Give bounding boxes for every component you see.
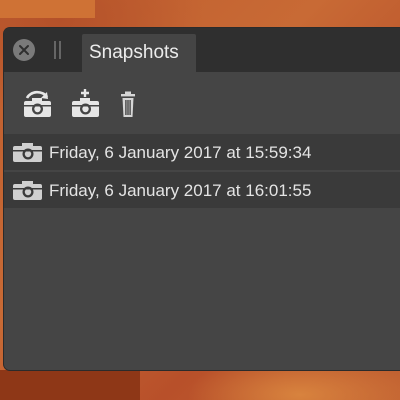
camera-restore-icon bbox=[24, 90, 51, 117]
background-shape bbox=[0, 0, 95, 18]
snapshot-toolbar bbox=[4, 72, 400, 132]
camera-icon bbox=[13, 143, 42, 162]
panel-titlebar: Snapshots bbox=[4, 28, 400, 72]
close-button[interactable] bbox=[13, 39, 35, 61]
snapshot-item[interactable]: Friday, 6 January 2017 at 15:59:34 bbox=[4, 134, 400, 170]
snapshot-label: Friday, 6 January 2017 at 16:01:55 bbox=[49, 181, 312, 200]
trash-icon bbox=[121, 91, 135, 117]
snapshots-panel: Snapshots Friday, 6 January 2017 at 15:5… bbox=[4, 28, 400, 370]
restore-snapshot-button[interactable] bbox=[20, 86, 54, 120]
close-icon bbox=[19, 45, 29, 55]
snapshot-item[interactable]: Friday, 6 January 2017 at 16:01:55 bbox=[4, 172, 400, 208]
background-shape bbox=[0, 370, 140, 400]
camera-icon bbox=[13, 181, 42, 200]
add-snapshot-button[interactable] bbox=[68, 86, 102, 120]
drag-handle[interactable] bbox=[54, 41, 62, 59]
camera-add-icon bbox=[72, 89, 99, 117]
snapshot-label: Friday, 6 January 2017 at 15:59:34 bbox=[49, 143, 312, 162]
delete-snapshot-button[interactable] bbox=[114, 86, 148, 120]
tab-snapshots[interactable]: Snapshots bbox=[82, 34, 196, 72]
snapshot-list: Friday, 6 January 2017 at 15:59:34 Frida… bbox=[4, 134, 400, 210]
